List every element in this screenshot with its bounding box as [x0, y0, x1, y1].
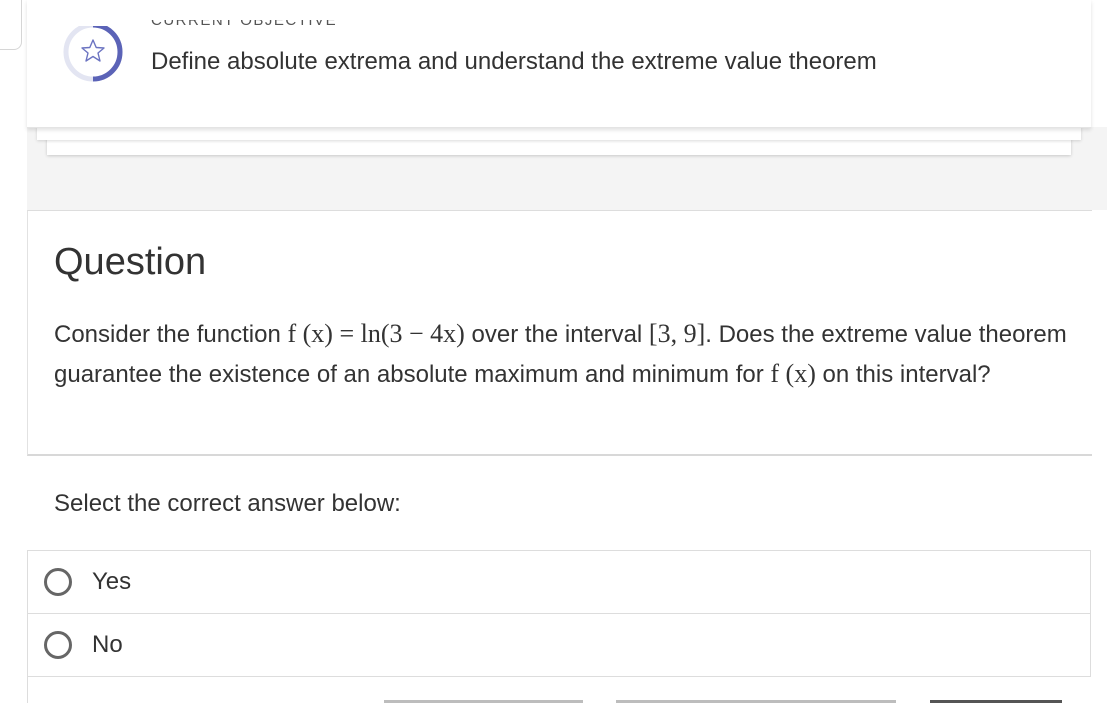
answer-label: Yes [92, 568, 132, 595]
question-text: Consider the function f (x) = ln(3 − 4x)… [54, 319, 1067, 388]
radio-button[interactable] [44, 630, 72, 659]
answer-option-no[interactable]: No [28, 613, 1090, 675]
interval-expression: [3, 9] [648, 319, 706, 348]
stacked-card [37, 126, 1081, 140]
question-panel: Question Consider the function f (x) = l… [27, 210, 1092, 456]
footer-divider [27, 676, 28, 703]
side-tab[interactable] [0, 0, 22, 50]
star-icon [81, 39, 105, 62]
current-objective-card: CURRENT OBJECTIVE Define absolute extrem… [27, 0, 1091, 128]
stacked-card-shadow [47, 138, 1071, 155]
radio-button[interactable] [44, 568, 72, 596]
answer-prompt: Select the correct answer below: [54, 490, 401, 517]
function-name: f (x) [770, 359, 816, 388]
objective-progress-ring [62, 22, 124, 82]
answer-options: Yes No [27, 550, 1091, 677]
question-heading: Question [54, 241, 207, 283]
objective-title: Define absolute extrema and understand t… [151, 48, 877, 75]
answer-option-yes[interactable]: Yes [28, 551, 1090, 613]
function-expression: f (x) = ln(3 − 4x) [287, 319, 465, 348]
answer-label: No [92, 630, 123, 658]
objective-label: CURRENT OBJECTIVE [151, 20, 338, 29]
